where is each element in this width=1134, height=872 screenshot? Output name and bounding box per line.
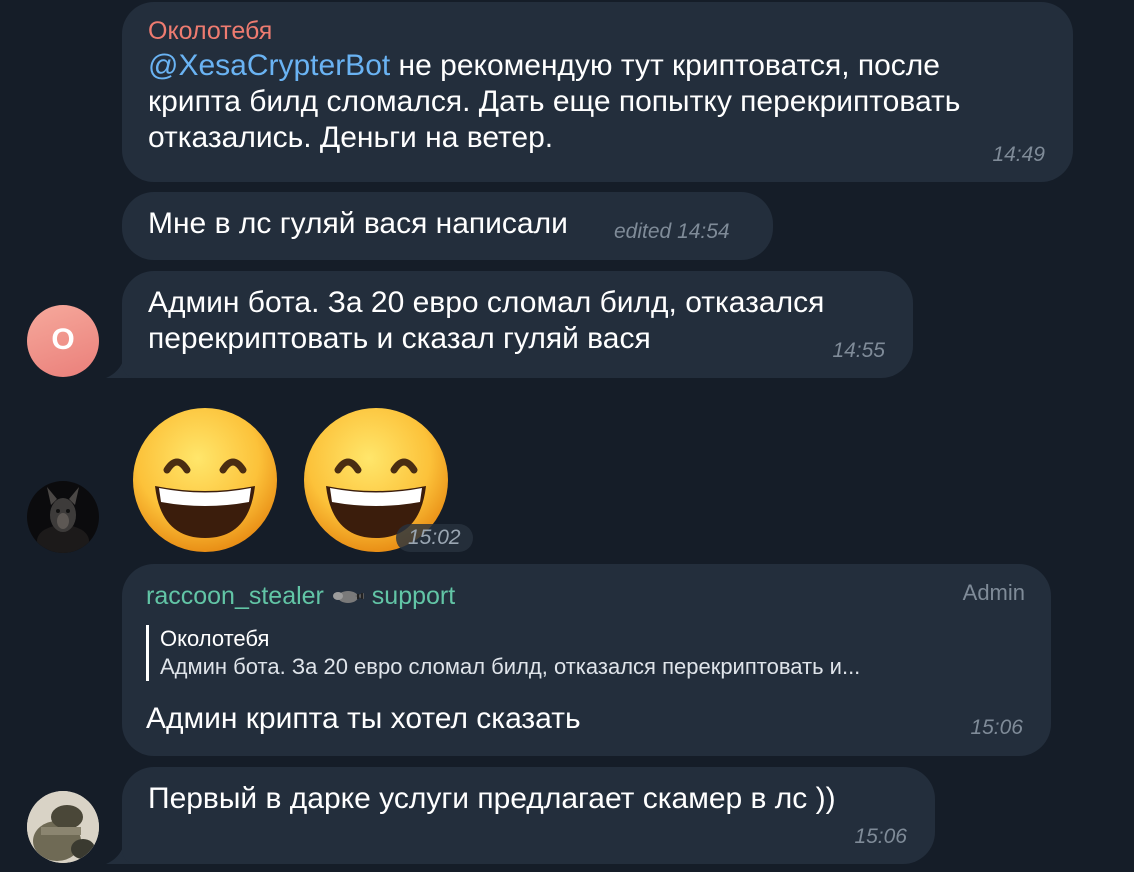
message-bubble-6[interactable]: Первый в дарке услуги предлагает скамер … bbox=[122, 767, 935, 864]
message-bubble-5[interactable]: raccoon_stealer support Admin Околотебя … bbox=[122, 564, 1051, 756]
sender-name[interactable]: Околотебя bbox=[148, 16, 272, 46]
avatar-soldier[interactable] bbox=[27, 791, 99, 863]
message-bubble-3[interactable]: Админ бота. За 20 евро сломал билд, отка… bbox=[122, 271, 913, 378]
reply-quote[interactable]: Околотебя Админ бота. За 20 евро сломал … bbox=[146, 625, 1030, 681]
message-time: 14:49 bbox=[992, 143, 1045, 166]
avatar-okolotebya[interactable]: О bbox=[27, 305, 99, 377]
admin-badge: Admin bbox=[962, 580, 1025, 605]
message-bubble-1[interactable]: Околотебя @XesaCrypterBot не рекомендую … bbox=[122, 2, 1073, 182]
message-text: @XesaCrypterBot не рекомендую тут крипто… bbox=[148, 49, 961, 154]
message-text: Админ крипта ты хотел сказать bbox=[146, 702, 581, 735]
message-time: edited 14:54 bbox=[614, 220, 730, 243]
avatar-letter: О bbox=[51, 323, 75, 356]
message-time: 15:06 bbox=[854, 825, 907, 848]
grinning-face-icon bbox=[133, 408, 277, 552]
message-text: Админ бота. За 20 евро сломал билд, отка… bbox=[148, 286, 825, 355]
message-time: 14:55 bbox=[832, 339, 885, 362]
message-time: 15:06 bbox=[970, 716, 1023, 739]
raccoon-icon bbox=[331, 582, 365, 612]
edited-label: edited bbox=[614, 220, 672, 243]
message-bubble-2[interactable]: Мне в лс гуляй вася написали edited 14:5… bbox=[122, 192, 773, 260]
message-text: Мне в лс гуляй вася написали bbox=[148, 207, 568, 240]
reply-sender: Околотебя bbox=[160, 626, 270, 651]
emoji-time: 15:02 bbox=[396, 524, 473, 552]
avatar-dark-animal[interactable] bbox=[27, 481, 99, 553]
grinning-face-emoji-1 bbox=[131, 406, 279, 559]
mention-link[interactable]: @XesaCrypterBot bbox=[148, 49, 390, 82]
reply-text: Админ бота. За 20 евро сломал билд, отка… bbox=[160, 654, 861, 679]
message-text: Первый в дарке услуги предлагает скамер … bbox=[148, 782, 836, 815]
sender-name[interactable]: raccoon_stealer support bbox=[146, 581, 455, 612]
